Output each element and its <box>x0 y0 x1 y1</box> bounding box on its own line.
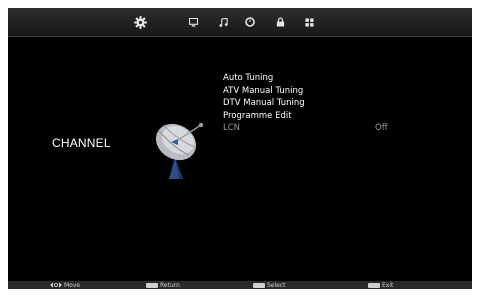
tab-channel[interactable] <box>126 8 154 36</box>
tab-picture[interactable] <box>179 8 207 36</box>
tab-sound[interactable] <box>209 8 237 36</box>
hint-exit: Exit <box>368 281 393 289</box>
menu-item-programme-edit[interactable]: Programme Edit <box>223 110 463 123</box>
lock-icon <box>276 17 284 27</box>
exit-key-icon <box>368 282 380 288</box>
tab-setup[interactable] <box>295 8 323 36</box>
menu-key-icon <box>146 282 158 288</box>
exit-label: Exit <box>382 281 394 289</box>
tab-time[interactable] <box>236 8 264 36</box>
menu-item-label: ATV Manual Tuning <box>223 85 304 96</box>
menu-item-label: Programme Edit <box>223 110 292 121</box>
menu-item-atv-manual-tuning[interactable]: ATV Manual Tuning <box>223 85 463 98</box>
lcn-value: Off <box>375 123 388 133</box>
arrows-icon <box>50 282 62 288</box>
tab-lock[interactable] <box>266 8 294 36</box>
channel-menu: Auto Tuning ATV Manual Tuning DTV Manual… <box>223 72 463 135</box>
tv-menu-screen: CHANNEL Auto Tuning ATV Manual Tuning DT… <box>8 8 472 289</box>
hint-select: Select <box>253 281 286 289</box>
monitor-icon <box>188 17 198 27</box>
hint-move: Move <box>50 281 80 289</box>
satellite-dish-icon <box>145 113 209 183</box>
hint-return: Return <box>146 281 180 289</box>
music-note-icon <box>218 17 228 27</box>
menu-tab-bar <box>8 8 472 36</box>
footer-hints: Move Return Select Exit <box>8 281 472 289</box>
move-label: Move <box>64 281 81 289</box>
enter-key-icon <box>253 282 265 288</box>
grid-icon <box>304 17 314 27</box>
menu-item-label: DTV Manual Tuning <box>223 98 305 108</box>
menu-item-auto-tuning[interactable]: Auto Tuning <box>223 72 463 85</box>
gear-icon <box>133 15 147 29</box>
header-divider <box>8 36 472 37</box>
select-label: Select <box>267 281 286 289</box>
menu-item-label: Auto Tuning <box>223 73 274 83</box>
menu-item-label: LCN <box>223 123 241 133</box>
menu-item-dtv-manual-tuning[interactable]: DTV Manual Tuning <box>223 97 463 110</box>
return-label: Return <box>160 281 180 289</box>
section-title: CHANNEL <box>52 136 111 150</box>
menu-item-lcn[interactable]: LCN Off <box>223 122 463 135</box>
clock-icon <box>245 17 255 27</box>
